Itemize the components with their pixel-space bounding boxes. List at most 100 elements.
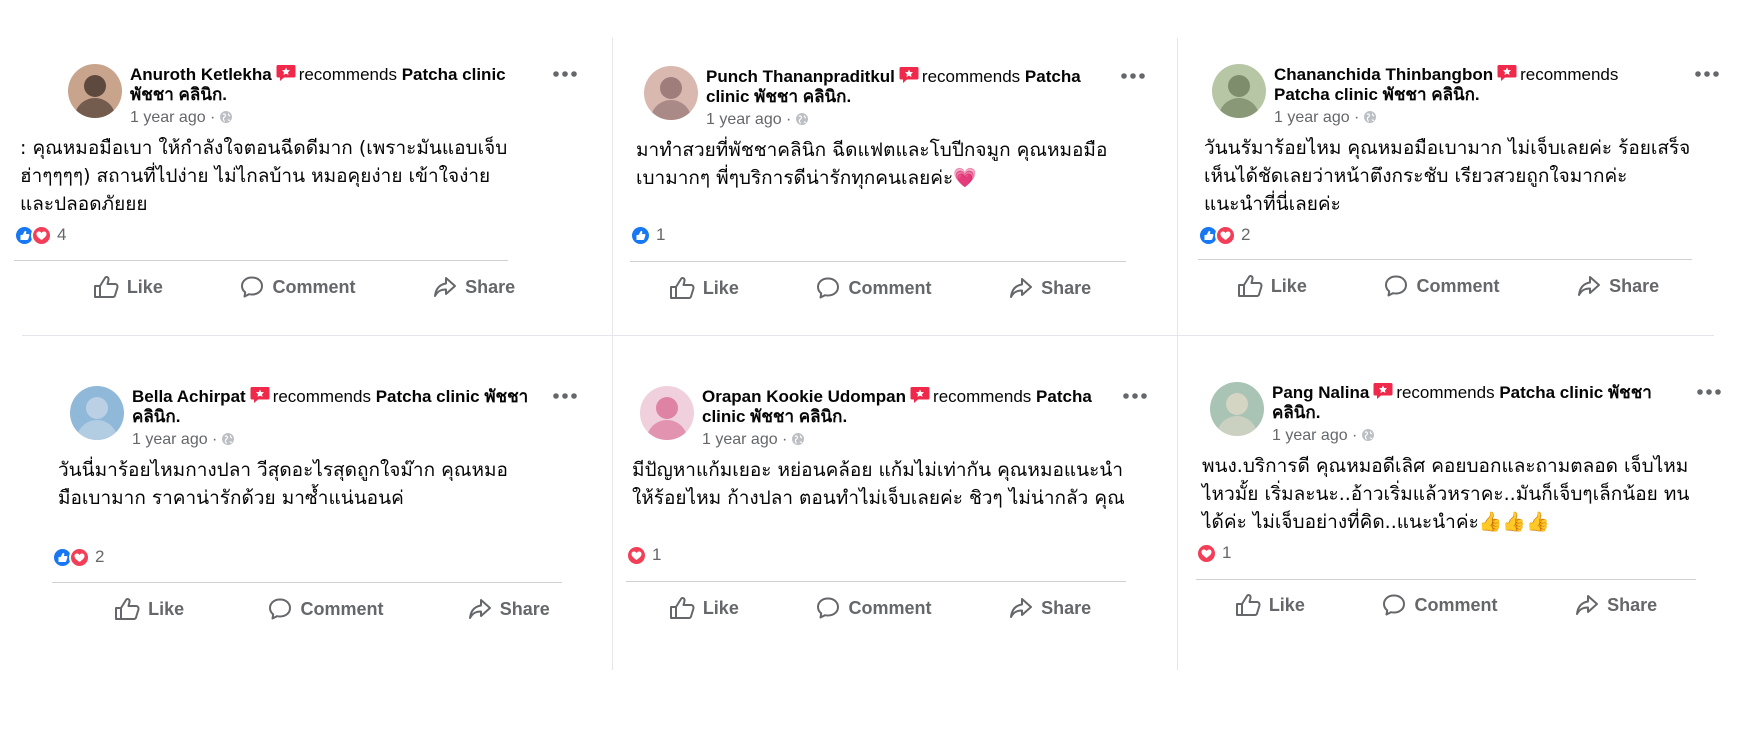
more-options-icon[interactable]	[1120, 72, 1146, 80]
author-name[interactable]: Pang Nalina	[1272, 383, 1369, 402]
globe-icon	[792, 433, 805, 445]
page-link[interactable]: Patcha	[1025, 67, 1081, 86]
share-arrow-icon	[468, 599, 491, 619]
more-options-icon[interactable]	[552, 70, 578, 78]
comment-label: Comment	[272, 276, 356, 297]
reaction-summary[interactable]: 4	[14, 224, 66, 246]
page-link-continued[interactable]: คลินิก.	[132, 407, 180, 426]
timestamp-text: 1 year ago ·	[1274, 109, 1360, 126]
action-bar: Like Comment Share	[1198, 266, 1698, 306]
author-name[interactable]: Anuroth Ketlekha	[130, 65, 272, 84]
recommends-label: recommends	[933, 387, 1032, 406]
author-name[interactable]: Punch Thananpraditkul	[706, 67, 895, 86]
comment-button[interactable]: Comment	[240, 275, 356, 299]
share-label: Share	[1041, 277, 1092, 298]
page-link-continued[interactable]: คลินิก.	[1272, 403, 1320, 422]
post-timestamp[interactable]: 1 year ago ·	[702, 430, 805, 450]
post-timestamp[interactable]: 1 year ago ·	[132, 430, 235, 450]
share-button[interactable]: Share	[1575, 593, 1657, 617]
author-avatar[interactable]	[644, 66, 698, 120]
author-avatar[interactable]	[70, 386, 124, 440]
page-link[interactable]: Patcha clinic พัชชา	[1499, 383, 1652, 402]
author-name[interactable]: Chananchida Thinbangbon	[1274, 65, 1493, 84]
column-divider-2	[1177, 38, 1178, 670]
comment-bubble-icon	[817, 597, 840, 619]
action-divider	[1198, 259, 1692, 260]
reaction-summary[interactable]: 1	[626, 544, 661, 566]
action-bar: Like Comment Share	[72, 589, 592, 629]
share-label: Share	[465, 276, 516, 297]
post-timestamp[interactable]: 1 year ago ·	[706, 110, 809, 130]
page-link[interactable]: Patcha clinic	[402, 65, 506, 84]
comment-bubble-icon	[241, 276, 264, 298]
comment-bubble-icon	[1383, 594, 1406, 616]
recommends-label: recommends	[272, 387, 371, 406]
love-reaction-icon	[69, 546, 90, 568]
page-link-continued[interactable]: clinic พัชชา คลินิก.	[702, 407, 847, 426]
author-name[interactable]: Orapan Kookie Udompan	[702, 387, 906, 406]
comment-button[interactable]: Comment	[1382, 593, 1498, 617]
timestamp-text: 1 year ago ·	[132, 431, 218, 448]
page-link[interactable]: Patcha	[1036, 387, 1092, 406]
review-card: Chananchida Thinbangbon recommends Patcha…	[1198, 64, 1719, 324]
like-button[interactable]: Like	[1235, 593, 1305, 617]
comment-button[interactable]: Comment	[816, 596, 932, 620]
more-options-icon[interactable]	[1122, 392, 1148, 400]
thumbs-up-icon	[669, 276, 695, 299]
share-button[interactable]: Share	[468, 597, 550, 621]
author-avatar[interactable]	[1210, 382, 1264, 436]
reaction-summary[interactable]: 2	[1198, 224, 1250, 246]
reaction-count: 1	[656, 225, 666, 244]
timestamp-text: 1 year ago ·	[130, 109, 216, 126]
comment-button[interactable]: Comment	[268, 597, 383, 621]
author-avatar[interactable]	[1212, 64, 1266, 118]
reaction-summary[interactable]: 1	[1196, 542, 1231, 564]
action-bar: Like Comment Share	[1196, 585, 1696, 625]
thumbs-up-icon	[669, 596, 695, 619]
comment-button[interactable]: Comment	[816, 276, 932, 300]
recommend-badge-icon	[910, 387, 930, 403]
page-link-continued[interactable]: clinic พัชชา คลินิก.	[706, 87, 851, 106]
share-button[interactable]: Share	[1009, 596, 1091, 620]
more-options-icon[interactable]	[1696, 388, 1722, 396]
share-button[interactable]: Share	[433, 275, 515, 299]
like-button[interactable]: Like	[669, 596, 739, 620]
more-options-icon[interactable]	[1694, 70, 1720, 78]
reaction-count: 2	[1241, 225, 1251, 244]
recommends-label: recommends	[1520, 65, 1619, 84]
review-card: Orapan Kookie Udompan recommends Patcha cl…	[626, 386, 1160, 646]
share-button[interactable]: Share	[1009, 276, 1091, 300]
like-reaction-icon	[630, 224, 651, 246]
comment-button[interactable]: Comment	[1384, 274, 1500, 298]
post-timestamp[interactable]: 1 year ago ·	[1272, 426, 1375, 446]
reaction-summary[interactable]: 2	[52, 546, 104, 568]
like-button[interactable]: Like	[114, 597, 184, 621]
recommend-badge-icon	[250, 387, 270, 403]
post-timestamp[interactable]: 1 year ago ·	[130, 108, 233, 128]
author-avatar[interactable]	[68, 64, 122, 118]
page-link-continued[interactable]: Patcha clinic พัชชา คลินิก.	[1274, 85, 1480, 104]
action-divider	[626, 581, 1126, 582]
like-button[interactable]: Like	[93, 275, 163, 299]
share-arrow-icon	[1576, 595, 1599, 615]
share-arrow-icon	[434, 277, 457, 297]
like-button[interactable]: Like	[1237, 274, 1307, 298]
comment-label: Comment	[1414, 594, 1498, 615]
more-options-icon[interactable]	[552, 392, 578, 400]
page-link[interactable]: Patcha clinic พัชชา	[376, 387, 529, 406]
author-name[interactable]: Bella Achirpat	[132, 387, 246, 406]
thumbs-up-icon	[1235, 593, 1261, 616]
author-avatar[interactable]	[640, 386, 694, 440]
review-text: วันนรัมาร้อยไหม คุณหมอมือเบามาก ไม่เจ็บเ…	[1204, 137, 1691, 215]
share-button[interactable]: Share	[1577, 274, 1659, 298]
thumbs-up-icon	[93, 275, 119, 298]
page-link-continued[interactable]: พัชชา คลินิก.	[130, 85, 227, 104]
review-text: : คุณหมอมือเบา ให้กำลังใจตอนฉีดดีมาก (เพ…	[20, 137, 508, 215]
reaction-count: 2	[95, 547, 105, 566]
post-timestamp[interactable]: 1 year ago ·	[1274, 108, 1377, 128]
globe-icon	[222, 433, 235, 445]
review-card: Anuroth Ketlekha recommends Patcha clinic…	[14, 64, 588, 324]
like-button[interactable]: Like	[669, 276, 739, 300]
reaction-summary[interactable]: 1	[630, 224, 665, 246]
review-card: Pang Nalina recommends Patcha clinic พัชช…	[1196, 382, 1721, 642]
